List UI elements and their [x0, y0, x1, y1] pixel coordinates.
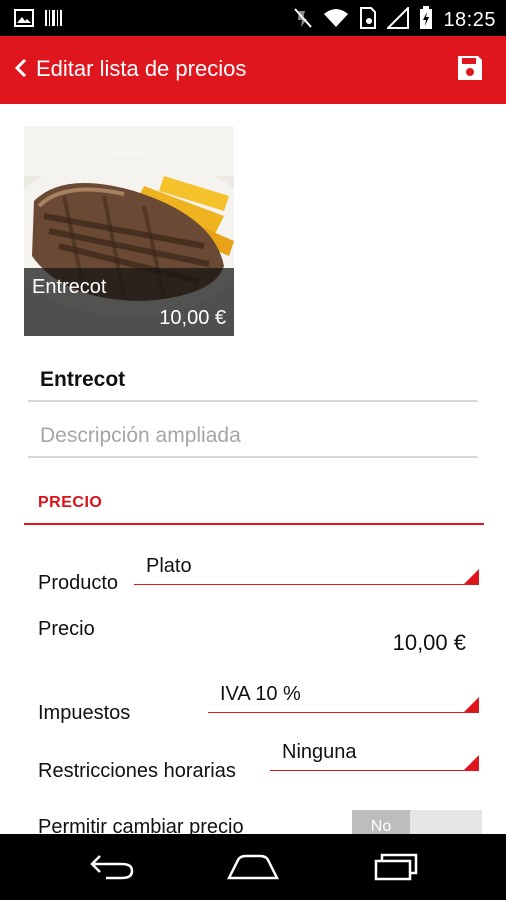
- nav-back-button[interactable]: [82, 848, 142, 888]
- permitir-cambiar-precio-label: Permitir cambiar precio: [38, 816, 244, 834]
- battery-charging-icon: [419, 6, 433, 35]
- barcode-notification-icon: [44, 9, 64, 32]
- content-area: Entrecot 10,00 € Entrecot Descripción am…: [0, 104, 506, 834]
- dish-name: Entrecot: [32, 276, 107, 298]
- precio-value[interactable]: 10,00 €: [393, 630, 466, 656]
- back-button[interactable]: [6, 53, 36, 87]
- name-field-underline: [28, 400, 478, 402]
- nav-home-icon: [226, 852, 280, 885]
- nav-back-icon: [88, 852, 136, 885]
- producto-spinner-underline: [134, 584, 479, 585]
- restricciones-label: Restricciones horarias: [38, 760, 236, 782]
- description-field[interactable]: Descripción ampliada: [28, 420, 478, 458]
- permitir-cambiar-precio-toggle[interactable]: No: [352, 810, 482, 834]
- nav-recents-button[interactable]: [366, 848, 426, 888]
- navigation-bar: [0, 834, 506, 900]
- page-title: Editar lista de precios: [36, 56, 247, 81]
- save-icon: [456, 54, 484, 87]
- section-divider: [24, 523, 484, 525]
- dropdown-triangle-icon: [464, 697, 479, 712]
- name-input-value: Entrecot: [40, 368, 126, 391]
- description-placeholder: Descripción ampliada: [40, 424, 241, 447]
- image-notification-icon: [14, 9, 34, 32]
- producto-label: Producto: [38, 572, 119, 594]
- mute-icon: [293, 7, 313, 34]
- chevron-left-icon: [14, 58, 28, 83]
- restricciones-spinner[interactable]: Ninguna: [270, 741, 479, 771]
- toggle-knob: No: [352, 810, 410, 834]
- dropdown-triangle-icon: [464, 755, 479, 770]
- nav-home-button[interactable]: [223, 848, 283, 888]
- status-time: 18:25: [443, 9, 496, 31]
- dish-overlay: Entrecot 10,00 €: [24, 268, 234, 336]
- restricciones-spinner-underline: [270, 770, 479, 771]
- name-field[interactable]: Entrecot: [28, 366, 478, 402]
- app-bar: Editar lista de precios: [0, 36, 506, 104]
- signal-icon: [386, 5, 410, 34]
- precio-label: Precio: [38, 618, 95, 640]
- nav-recents-icon: [372, 851, 420, 886]
- dropdown-triangle-icon: [464, 569, 479, 584]
- impuestos-label: Impuestos: [38, 702, 131, 724]
- restricciones-value: Ninguna: [282, 741, 357, 763]
- producto-spinner[interactable]: Plato: [134, 555, 479, 585]
- impuestos-spinner[interactable]: IVA 10 %: [208, 683, 479, 713]
- dish-card[interactable]: Entrecot 10,00 €: [24, 126, 234, 336]
- dish-price: 10,00 €: [159, 307, 226, 329]
- status-bar: 18:25: [0, 0, 506, 36]
- section-header-precio: PRECIO: [38, 494, 103, 511]
- sim-icon: [359, 7, 377, 34]
- wifi-icon: [323, 8, 349, 33]
- impuestos-spinner-underline: [208, 712, 479, 713]
- save-button[interactable]: [454, 54, 486, 86]
- producto-value: Plato: [146, 555, 192, 577]
- impuestos-value: IVA 10 %: [220, 683, 301, 705]
- description-field-underline: [28, 456, 478, 458]
